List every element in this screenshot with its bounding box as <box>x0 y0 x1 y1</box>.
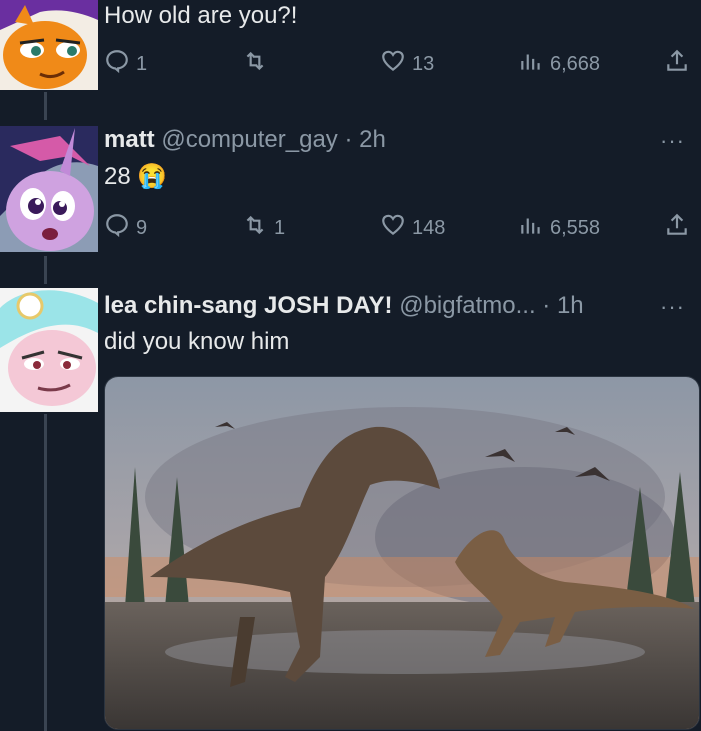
reply-button[interactable]: 1 <box>104 48 147 80</box>
views-count: 6,558 <box>550 216 601 239</box>
handle[interactable]: @bigfatmo... <box>399 292 535 319</box>
like-count: 13 <box>412 52 435 75</box>
like-button[interactable]: 13 <box>380 48 434 80</box>
thread-line <box>44 414 47 731</box>
display-name[interactable]: matt <box>104 126 155 153</box>
timestamp[interactable]: · 2h <box>344 126 385 153</box>
retweet-button[interactable]: 1 <box>242 212 285 244</box>
heart-icon <box>380 48 406 80</box>
views-count: 6,668 <box>550 52 601 75</box>
views-button[interactable]: 6,558 <box>518 212 600 244</box>
thread-line <box>44 256 47 284</box>
tweet-text: 28 😭 <box>104 162 167 191</box>
views-icon <box>518 212 544 244</box>
retweet-icon <box>242 212 268 244</box>
more-options-button[interactable]: ··· <box>660 294 685 320</box>
reply-icon <box>104 212 130 244</box>
heart-icon <box>380 212 406 244</box>
views-icon <box>518 48 544 80</box>
more-options-button[interactable]: ··· <box>660 128 685 154</box>
tweet-header: lea chin-sang JOSH DAY! @bigfatmo... · 1… <box>104 292 584 320</box>
avatar-orange-pony[interactable] <box>0 0 98 90</box>
tweet-media-image[interactable] <box>104 376 700 730</box>
tweet-actions: 1 13 6,668 <box>104 48 701 80</box>
share-icon <box>664 48 690 80</box>
retweet-count: 1 <box>274 216 286 239</box>
tweet-text-content: 28 <box>104 163 131 190</box>
retweet-icon <box>242 48 268 80</box>
tweet-actions: 9 1 148 6,558 <box>104 212 701 244</box>
share-icon <box>664 212 690 244</box>
reply-count: 1 <box>136 52 148 75</box>
tweet-text: did you know him <box>104 328 290 355</box>
avatar-purple-pony[interactable] <box>0 126 98 252</box>
thread-line <box>44 92 47 120</box>
like-count: 148 <box>412 216 446 239</box>
reply-count: 9 <box>136 216 148 239</box>
views-button[interactable]: 6,668 <box>518 48 600 80</box>
like-button[interactable]: 148 <box>380 212 445 244</box>
crying-face-emoji: 😭 <box>137 163 168 190</box>
handle[interactable]: @computer_gay <box>161 126 337 153</box>
retweet-button[interactable] <box>242 48 274 80</box>
tweet-text: How old are you?! <box>104 2 298 29</box>
reply-button[interactable]: 9 <box>104 212 147 244</box>
display-name[interactable]: lea chin-sang JOSH DAY! <box>104 292 393 319</box>
share-button[interactable] <box>664 212 690 244</box>
tweet-header: matt @computer_gay · 2h <box>104 126 386 154</box>
timestamp[interactable]: · 1h <box>542 292 583 319</box>
reply-icon <box>104 48 130 80</box>
avatar-blue-pony[interactable] <box>0 288 98 412</box>
share-button[interactable] <box>664 48 690 80</box>
